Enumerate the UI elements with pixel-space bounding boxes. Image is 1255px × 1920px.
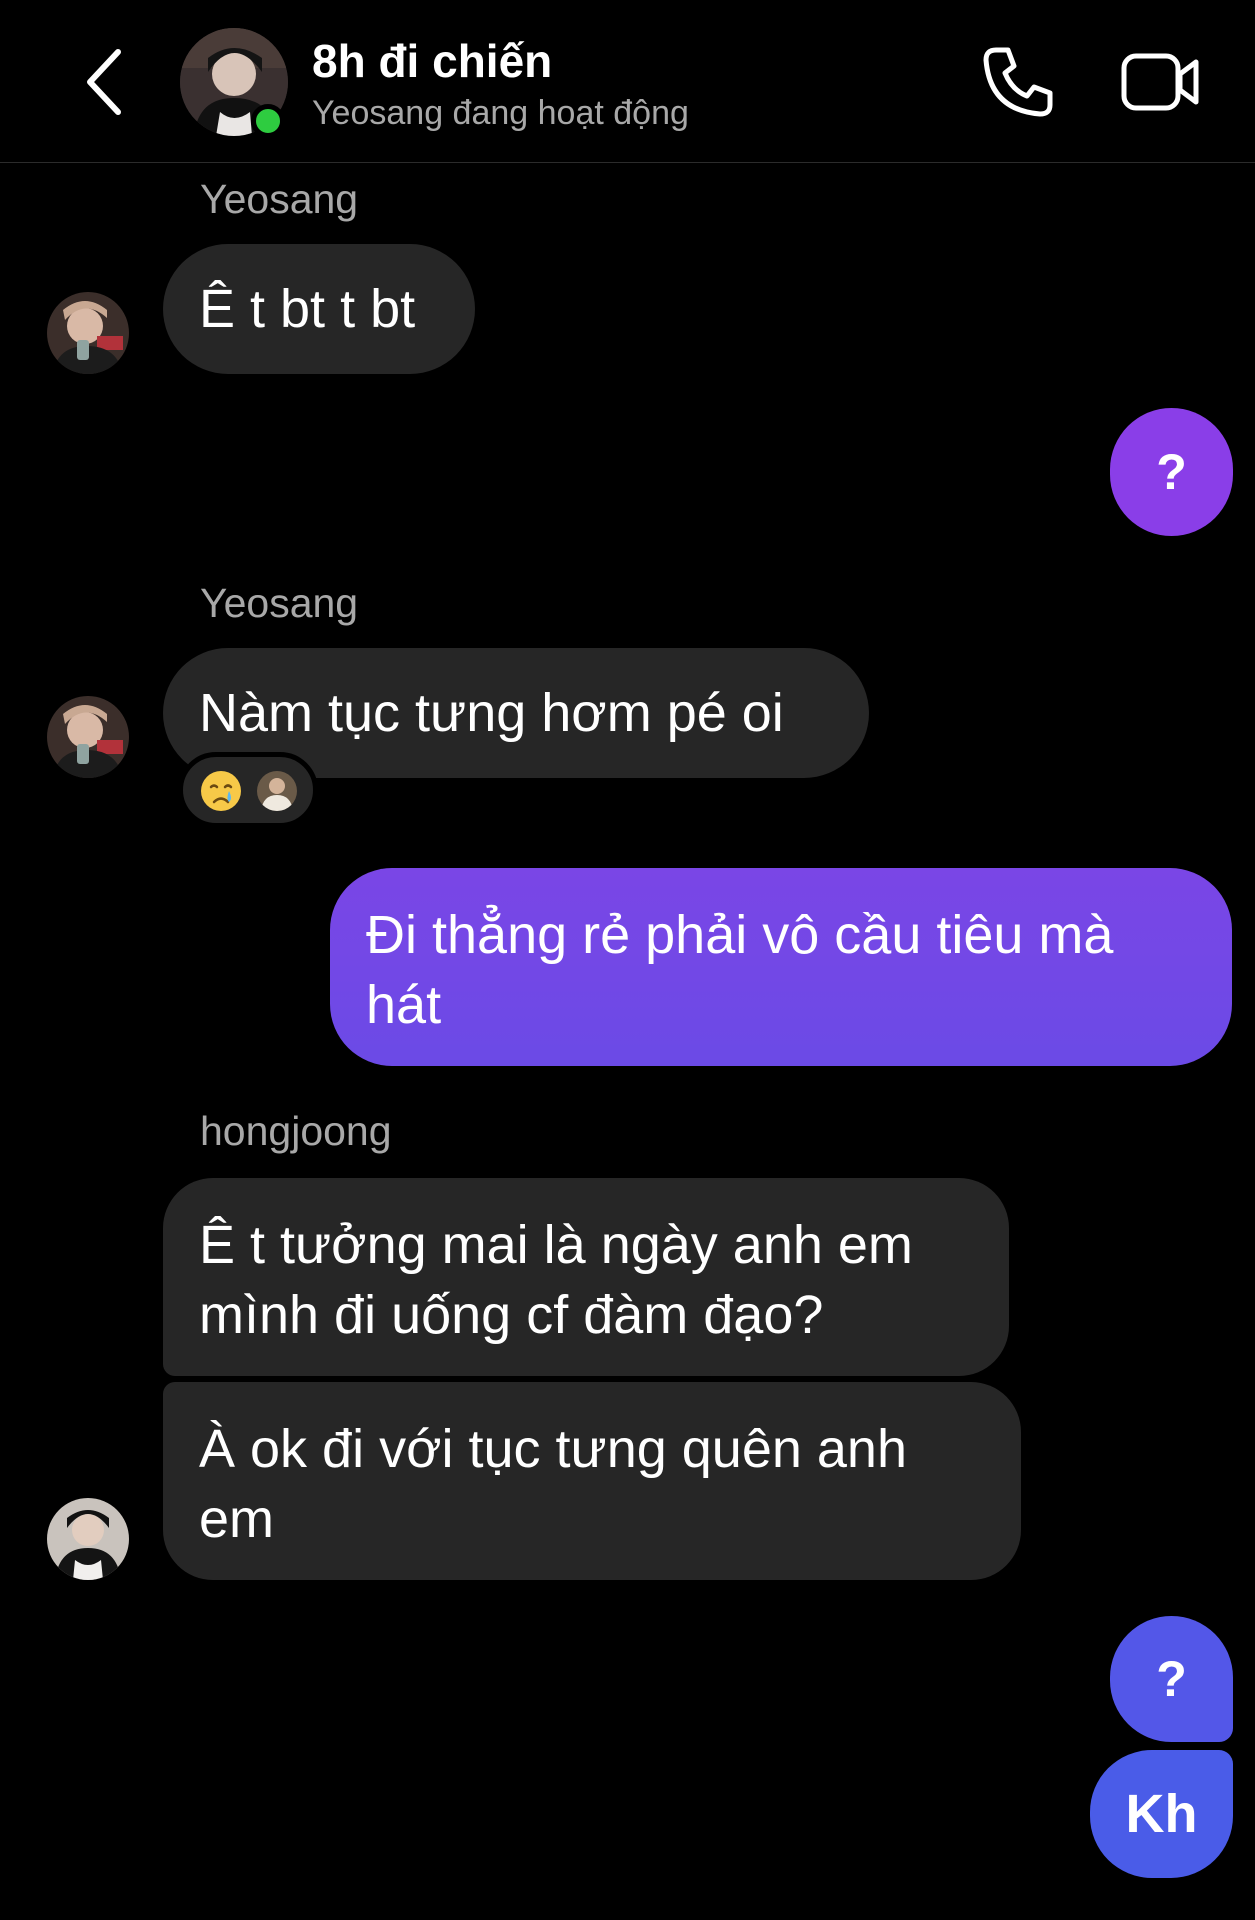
message-text-line: Đi thẳng rẻ phải vô cầu tiêu mà xyxy=(366,905,1114,965)
message-text: ? xyxy=(1156,444,1187,500)
message-text: Ê t bt t bt xyxy=(199,279,416,339)
message-text-line: hát xyxy=(366,975,442,1035)
message-text: Nàm tục tưng hơm pé oi xyxy=(199,683,784,743)
message-text-line: em xyxy=(199,1489,275,1549)
message-text: ? xyxy=(1156,1651,1187,1707)
message-bubble-incoming[interactable]: Ê t tưởng mai là ngày anh em mình đi uốn… xyxy=(163,1178,1009,1376)
message-bubble-incoming[interactable]: À ok đi với tục tưng quên anh em xyxy=(163,1382,1021,1580)
avatar-yeosang[interactable] xyxy=(47,696,129,778)
avatar-yeosang[interactable] xyxy=(47,292,129,374)
sender-name: hongjoong xyxy=(200,1108,392,1154)
back-arrow-icon[interactable] xyxy=(80,44,130,120)
chat-header: 8h đi chiến Yeosang đang hoạt động xyxy=(0,0,1255,163)
message-bubble-incoming[interactable]: Ê t bt t bt xyxy=(163,244,475,374)
online-status-indicator xyxy=(251,104,285,138)
chat-title[interactable]: 8h đi chiến xyxy=(312,34,552,88)
sender-name: Yeosang xyxy=(200,176,359,222)
message-bubble-outgoing[interactable]: Kh xyxy=(1090,1750,1233,1878)
message-text-line: Ê t tưởng mai là ngày anh em xyxy=(199,1215,913,1275)
message-bubble-outgoing[interactable]: ? xyxy=(1110,408,1233,536)
message-text-line: À ok đi với tục tưng quên anh xyxy=(199,1419,907,1479)
active-status-text: Yeosang đang hoạt động xyxy=(312,94,689,132)
phone-icon[interactable] xyxy=(980,44,1056,120)
avatar-hongjoong[interactable] xyxy=(47,1498,129,1580)
message-reaction[interactable] xyxy=(178,752,318,828)
message-bubble-outgoing[interactable]: Đi thẳng rẻ phải vô cầu tiêu mà hát xyxy=(330,868,1232,1066)
message-text: Kh xyxy=(1125,1784,1198,1844)
message-bubble-outgoing[interactable]: ? xyxy=(1110,1616,1233,1742)
sender-name: Yeosang xyxy=(200,580,359,626)
video-camera-icon[interactable] xyxy=(1120,50,1200,114)
message-text-line: mình đi uống cf đàm đạo? xyxy=(199,1285,824,1345)
crying-face-emoji-icon xyxy=(201,771,241,811)
reactor-avatar xyxy=(257,771,297,811)
